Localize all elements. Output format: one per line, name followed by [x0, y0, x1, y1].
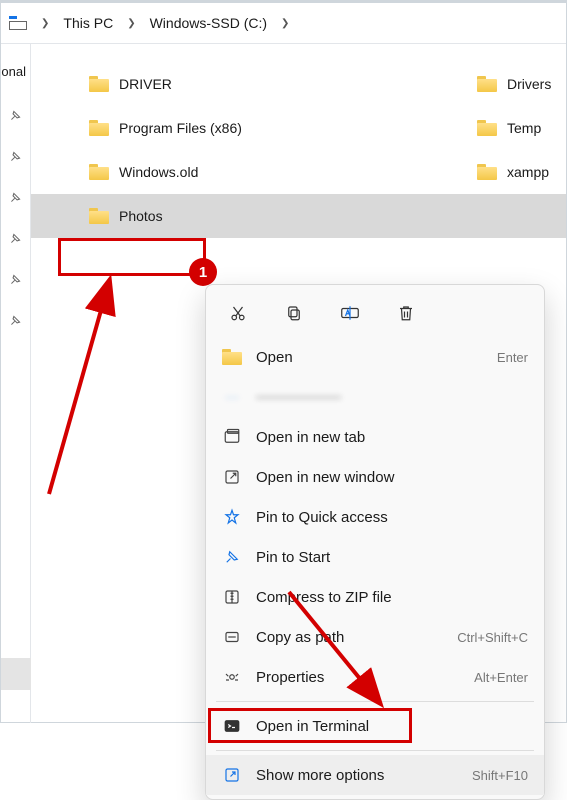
breadcrumb-seg-this-pc[interactable]: This PC — [59, 13, 117, 33]
cut-button[interactable] — [224, 299, 252, 327]
folder-icon — [89, 120, 109, 136]
ctx-copy-as-path[interactable]: Copy as path Ctrl+Shift+C — [206, 617, 544, 657]
ctx-pin-quick-access[interactable]: Pin to Quick access — [206, 497, 544, 537]
context-menu-top-actions — [206, 293, 544, 337]
file-list: DRIVER Drivers Program Files (x86) Temp … — [31, 44, 566, 238]
list-row[interactable]: Program Files (x86) Temp — [31, 106, 566, 150]
ctx-accel: Alt+Enter — [474, 670, 528, 685]
folder-name: xampp — [507, 164, 549, 180]
chevron-right-icon[interactable]: ❯ — [275, 18, 295, 29]
pin-icon[interactable] — [9, 191, 22, 204]
folder-name: Temp — [507, 120, 541, 136]
separator — [216, 701, 534, 702]
chevron-right-icon[interactable]: ❯ — [121, 18, 141, 29]
breadcrumb[interactable]: ❯ This PC ❯ Windows-SSD (C:) ❯ — [1, 3, 566, 43]
ctx-blurred-item[interactable]: ⋯ ──────── — [206, 377, 544, 417]
ctx-label: Open in new window — [256, 469, 528, 486]
ctx-open-new-tab[interactable]: Open in new tab — [206, 417, 544, 457]
ctx-open[interactable]: Open Enter — [206, 337, 544, 377]
annotation-badge-1: 1 — [189, 258, 217, 286]
pin-icon[interactable] — [9, 109, 22, 122]
terminal-icon — [222, 716, 242, 736]
chevron-right-icon[interactable]: ❯ — [35, 18, 55, 29]
folder-name: Program Files (x86) — [119, 120, 242, 136]
list-row[interactable]: Windows.old xampp — [31, 150, 566, 194]
ctx-compress-zip[interactable]: Compress to ZIP file — [206, 577, 544, 617]
more-options-icon — [222, 765, 242, 785]
copy-button[interactable] — [280, 299, 308, 327]
folder-icon — [477, 120, 497, 136]
separator — [216, 750, 534, 751]
pin-icon[interactable] — [9, 314, 22, 327]
pin-icon[interactable] — [9, 273, 22, 286]
folder-open-icon — [222, 347, 242, 367]
ctx-label: Show more options — [256, 767, 458, 784]
ctx-label: Pin to Quick access — [256, 509, 528, 526]
annotation-box-1 — [58, 238, 206, 276]
ctx-label: Open in Terminal — [256, 718, 528, 735]
sidebar: onal — [1, 44, 31, 723]
folder-icon — [89, 164, 109, 180]
ctx-pin-start[interactable]: Pin to Start — [206, 537, 544, 577]
pin-icon — [222, 547, 242, 567]
folder-name: DRIVER — [119, 76, 172, 92]
copy-path-icon — [222, 627, 242, 647]
folder-icon — [89, 208, 109, 224]
folder-icon — [89, 76, 109, 92]
this-pc-icon — [9, 16, 27, 30]
folder-name: Drivers — [507, 76, 551, 92]
new-tab-icon — [222, 427, 242, 447]
rename-button[interactable] — [336, 299, 364, 327]
sidebar-stub — [1, 658, 31, 690]
properties-icon — [222, 667, 242, 687]
ctx-label: ──────── — [256, 389, 528, 406]
folder-icon — [477, 164, 497, 180]
pin-star-icon — [222, 507, 242, 527]
folder-icon — [477, 76, 497, 92]
generic-icon: ⋯ — [222, 387, 242, 407]
breadcrumb-seg-drive[interactable]: Windows-SSD (C:) — [146, 13, 271, 33]
zip-icon — [222, 587, 242, 607]
ctx-label: Properties — [256, 669, 460, 686]
pin-icon[interactable] — [9, 232, 22, 245]
folder-name: Windows.old — [119, 164, 198, 180]
ctx-accel: Shift+F10 — [472, 768, 528, 783]
list-row[interactable]: DRIVER Drivers — [31, 62, 566, 106]
new-window-icon — [222, 467, 242, 487]
ctx-show-more-options[interactable]: Show more options Shift+F10 — [206, 755, 544, 795]
ctx-label: Pin to Start — [256, 549, 528, 566]
ctx-accel: Ctrl+Shift+C — [457, 630, 528, 645]
ctx-open-new-window[interactable]: Open in new window — [206, 457, 544, 497]
ctx-accel: Enter — [497, 350, 528, 365]
folder-name: Photos — [119, 208, 163, 224]
annotation-arrow-1 — [39, 264, 219, 504]
ctx-label: Compress to ZIP file — [256, 589, 528, 606]
ctx-label: Copy as path — [256, 629, 443, 646]
ctx-label: Open in new tab — [256, 429, 528, 446]
ctx-properties[interactable]: Properties Alt+Enter — [206, 657, 544, 697]
list-row-selected[interactable]: Photos — [31, 194, 566, 238]
ctx-open-terminal[interactable]: Open in Terminal — [206, 706, 544, 746]
ctx-label: Open — [256, 349, 483, 366]
delete-button[interactable] — [392, 299, 420, 327]
sidebar-cut-label: onal — [1, 64, 26, 79]
pin-icon[interactable] — [9, 150, 22, 163]
